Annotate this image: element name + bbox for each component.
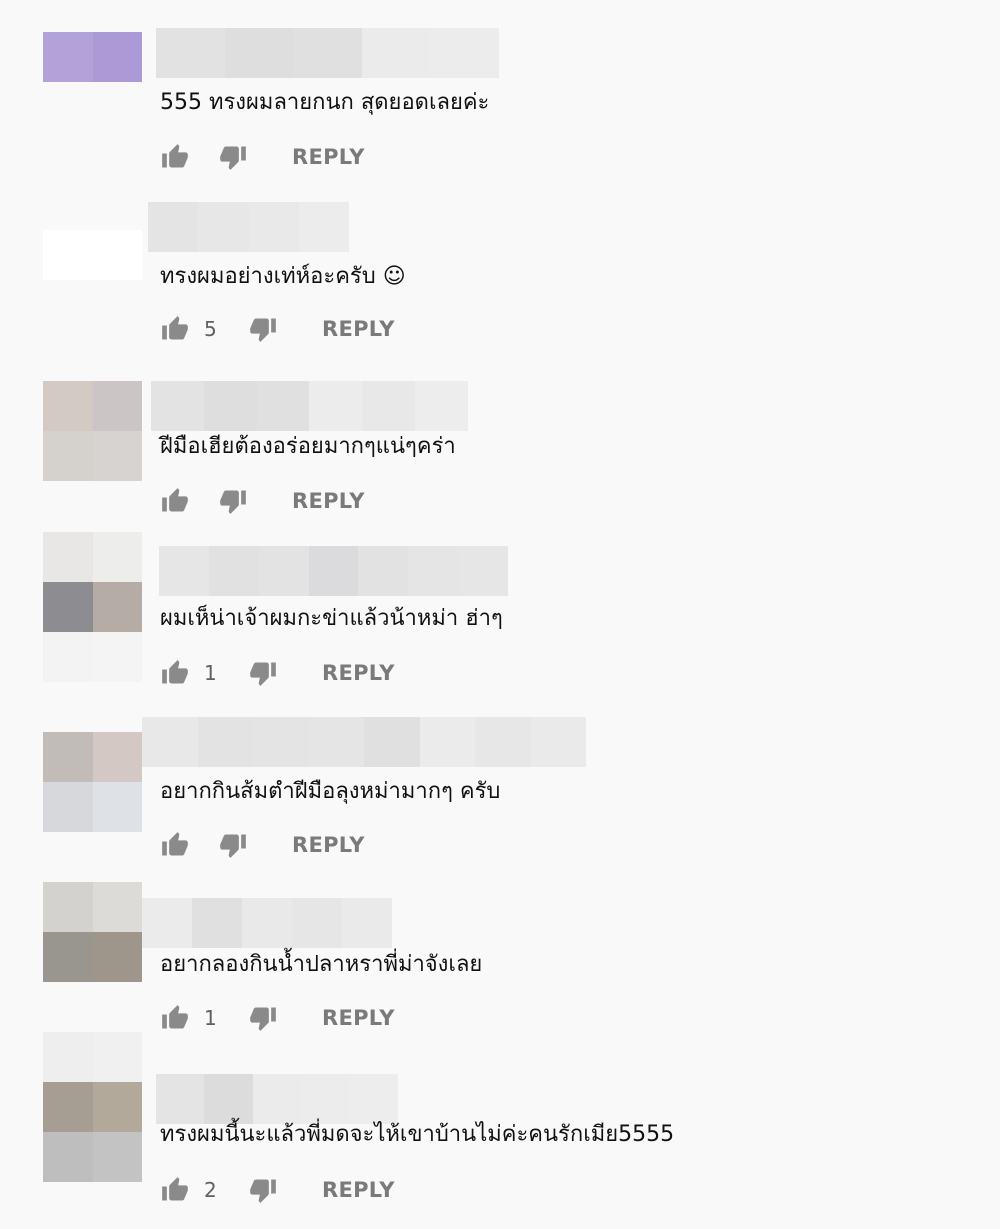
comment-item: อยากลองกินน้ำปลาหราพี่ม่าจังเลย 1 REPLY bbox=[0, 880, 1000, 1050]
reply-button[interactable]: REPLY bbox=[322, 1178, 395, 1202]
like-count: 2 bbox=[204, 1178, 217, 1202]
reply-button[interactable]: REPLY bbox=[292, 145, 365, 169]
author-name[interactable] bbox=[151, 381, 468, 431]
comment-actions: REPLY bbox=[160, 486, 365, 516]
thumbs-up-icon[interactable] bbox=[160, 830, 190, 860]
thumbs-up-icon[interactable] bbox=[160, 658, 190, 688]
comment-item: ทรงผมนี้นะแล้วพี่มดจะไห้เขาบ้านไม่ค่ะคนร… bbox=[0, 1030, 1000, 1229]
thumbs-up-icon[interactable] bbox=[160, 1175, 190, 1205]
comment-item: ฝีมือเฮียต้องอร่อยมากๆแน่ๆคร่า REPLY bbox=[0, 365, 1000, 530]
author-name[interactable] bbox=[142, 898, 392, 948]
author-name[interactable] bbox=[156, 1074, 399, 1124]
avatar[interactable] bbox=[43, 32, 142, 82]
comment-item: ผมเห็น่าเจ้าผมกะข่าแล้วน้าหม่า ฮ่าๆ 1 RE… bbox=[0, 530, 1000, 715]
comment-actions: 1 REPLY bbox=[160, 658, 395, 688]
author-name[interactable] bbox=[142, 717, 586, 767]
comment-item: อยากกินส้มตำฝีมือลุงหม่ามากๆ ครับ REPLY bbox=[0, 715, 1000, 880]
comment-actions: REPLY bbox=[160, 830, 365, 860]
avatar[interactable] bbox=[43, 732, 142, 832]
author-name[interactable] bbox=[159, 546, 509, 596]
thumbs-down-icon[interactable] bbox=[218, 830, 248, 860]
avatar[interactable] bbox=[43, 230, 142, 280]
thumbs-up-icon[interactable] bbox=[160, 1003, 190, 1033]
thumbs-down-icon[interactable] bbox=[218, 486, 248, 516]
comment-actions: 2 REPLY bbox=[160, 1175, 395, 1205]
like-count: 1 bbox=[204, 661, 217, 685]
comment-text: ทรงผมนี้นะแล้วพี่มดจะไห้เขาบ้านไม่ค่ะคนร… bbox=[160, 1122, 675, 1147]
comment-text: อยากกินส้มตำฝีมือลุงหม่ามากๆ ครับ bbox=[160, 779, 501, 804]
reply-button[interactable]: REPLY bbox=[322, 1006, 395, 1030]
thumbs-down-icon[interactable] bbox=[248, 1003, 278, 1033]
comment-text: ผมเห็น่าเจ้าผมกะข่าแล้วน้าหม่า ฮ่าๆ bbox=[160, 606, 503, 631]
reply-button[interactable]: REPLY bbox=[322, 317, 395, 341]
thumbs-up-icon[interactable] bbox=[160, 142, 190, 172]
comment-text: ฝีมือเฮียต้องอร่อยมากๆแน่ๆคร่า bbox=[160, 434, 456, 459]
comment-actions: 1 REPLY bbox=[160, 1003, 395, 1033]
comment-text: ทรงผมอย่างเท่ห์อะครับ ☺ bbox=[160, 264, 406, 289]
thumbs-down-icon[interactable] bbox=[248, 658, 278, 688]
comment-text: 555 ทรงผมลายกนก สุดยอดเลยค่ะ bbox=[160, 90, 490, 115]
thumbs-down-icon[interactable] bbox=[218, 142, 248, 172]
author-name[interactable] bbox=[156, 28, 499, 78]
avatar[interactable] bbox=[43, 381, 142, 481]
avatar[interactable] bbox=[43, 1032, 142, 1182]
comment-item: 555 ทรงผมลายกนก สุดยอดเลยค่ะ REPLY bbox=[0, 0, 1000, 190]
like-count: 5 bbox=[204, 317, 217, 341]
thumbs-up-icon[interactable] bbox=[160, 486, 190, 516]
thumbs-up-icon[interactable] bbox=[160, 314, 190, 344]
reply-button[interactable]: REPLY bbox=[322, 661, 395, 685]
avatar[interactable] bbox=[43, 882, 142, 982]
like-count: 1 bbox=[204, 1006, 217, 1030]
reply-button[interactable]: REPLY bbox=[292, 833, 365, 857]
avatar[interactable] bbox=[43, 532, 142, 682]
comment-actions: 5 REPLY bbox=[160, 314, 395, 344]
author-name[interactable] bbox=[148, 202, 349, 252]
thumbs-down-icon[interactable] bbox=[248, 1175, 278, 1205]
reply-button[interactable]: REPLY bbox=[292, 489, 365, 513]
thumbs-down-icon[interactable] bbox=[248, 314, 278, 344]
comment-actions: REPLY bbox=[160, 142, 365, 172]
comment-item: ทรงผมอย่างเท่ห์อะครับ ☺ 5 REPLY bbox=[0, 190, 1000, 365]
comment-text: อยากลองกินน้ำปลาหราพี่ม่าจังเลย bbox=[160, 952, 483, 977]
